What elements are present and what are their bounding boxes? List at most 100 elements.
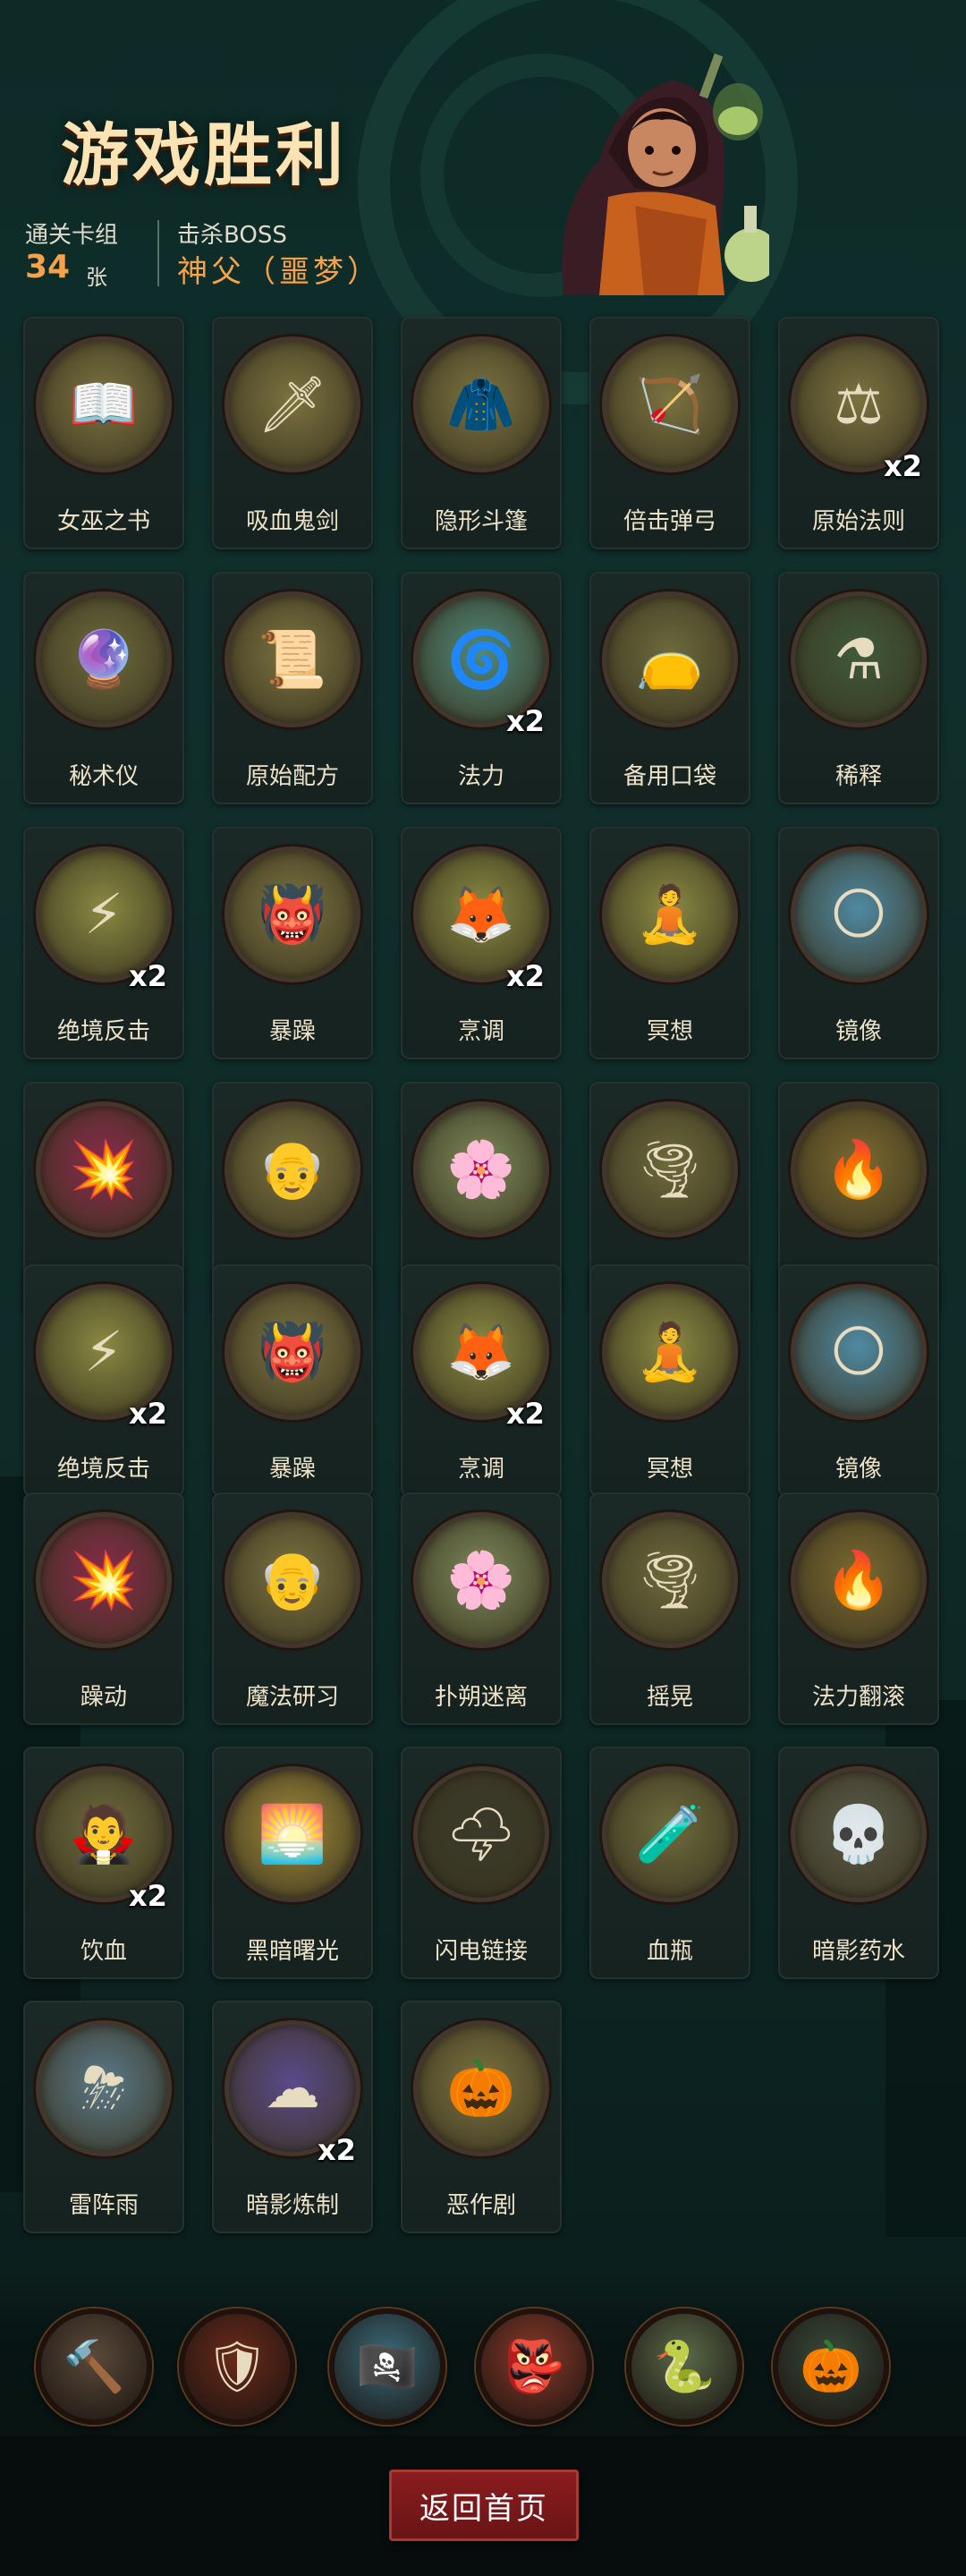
card-tile[interactable]: 🧪 血瓶 bbox=[589, 1747, 750, 1979]
card-tile[interactable]: 📖 女巫之书 bbox=[23, 317, 184, 549]
card-tile[interactable]: ⚡ x2 绝境反击 bbox=[23, 1264, 184, 1497]
vampire-sword-icon: 🗡 bbox=[257, 371, 328, 437]
moon-water-icon: 🌕 bbox=[829, 881, 888, 947]
card-tile[interactable]: 💀 暗影药水 bbox=[778, 1747, 939, 1979]
card-name: 绝境反击 bbox=[56, 1018, 150, 1045]
card-tile[interactable]: 👴 魔法研习 bbox=[212, 1492, 373, 1725]
card-tile[interactable]: 🔮 秘术仪 bbox=[23, 572, 184, 804]
card-tile[interactable]: 📜 原始配方 bbox=[212, 572, 373, 804]
card-art: 💥 bbox=[36, 1512, 172, 1648]
card-tile[interactable]: ⚖ x2 原始法则 bbox=[778, 317, 939, 549]
card-art: 📜 bbox=[225, 591, 360, 727]
card-count-badge: x2 bbox=[129, 1879, 167, 1913]
defeated-boss-portrait[interactable]: 🎃 bbox=[773, 2308, 889, 2425]
card-name: 恶作剧 bbox=[445, 2192, 516, 2219]
priest-boss-icon: 👺 bbox=[503, 2338, 565, 2396]
card-tile[interactable]: 🌕 镜像 bbox=[778, 827, 939, 1059]
card-tile[interactable]: 👹 暴躁 bbox=[212, 827, 373, 1059]
card-name: 躁动 bbox=[80, 1684, 127, 1711]
deck-label: 通关卡组 bbox=[25, 222, 119, 249]
card-art: 🔥 bbox=[791, 1101, 927, 1237]
pirate-boss-icon: 🏴‍☠️ bbox=[356, 2338, 419, 2396]
card-tile[interactable]: 👹 暴躁 bbox=[212, 1264, 373, 1497]
card-tile[interactable]: ⚡ x2 绝境反击 bbox=[23, 827, 184, 1059]
card-tile[interactable]: 🗡 吸血鬼剑 bbox=[212, 317, 373, 549]
medusa-boss-icon: 🐍 bbox=[653, 2338, 716, 2396]
card-tile[interactable]: 🧘 冥想 bbox=[589, 1264, 750, 1497]
card-name: 闪电链接 bbox=[434, 1938, 528, 1965]
card-tile[interactable]: ☁ x2 暗影炼制 bbox=[212, 2001, 373, 2233]
prank-doll-icon: 🎃 bbox=[446, 2055, 516, 2121]
victory-header: 游戏胜利 通关卡组 34 张 击杀BOSS 神父（噩梦） bbox=[0, 0, 966, 304]
defeated-boss-portrait[interactable]: 🛡 bbox=[179, 2308, 295, 2425]
slingshot-icon: 🏹 bbox=[635, 371, 705, 437]
card-tile[interactable]: 💥 躁动 bbox=[23, 1492, 184, 1725]
page-title: 游戏胜利 bbox=[61, 115, 347, 195]
card-tile[interactable]: 🎃 恶作剧 bbox=[401, 2001, 562, 2233]
card-art: 🧘 bbox=[602, 846, 738, 982]
card-name: 饮血 bbox=[80, 1938, 127, 1965]
defeated-boss-portrait[interactable]: 🏴‍☠️ bbox=[329, 2308, 445, 2425]
card-tile[interactable]: 🌅 黑暗曙光 bbox=[212, 1747, 373, 1979]
card-name: 镜像 bbox=[835, 1018, 882, 1045]
hammer-boss-icon: 🔨 bbox=[63, 2338, 125, 2396]
scholar-icon: 👴 bbox=[258, 1547, 327, 1612]
meditation-icon: 🧘 bbox=[635, 881, 705, 947]
card-name: 摇晃 bbox=[646, 1684, 693, 1711]
card-tile[interactable]: 🦊 x2 烹调 bbox=[401, 827, 562, 1059]
card-name: 秘术仪 bbox=[68, 763, 139, 790]
pouch-icon: 👝 bbox=[635, 626, 705, 692]
defeated-boss-portrait[interactable]: 👺 bbox=[476, 2308, 592, 2425]
card-tile[interactable]: 🌸 扑朔迷离 bbox=[401, 1492, 562, 1725]
card-art: 🔮 bbox=[36, 591, 172, 727]
card-tile[interactable]: 🌩 闪电链接 bbox=[401, 1747, 562, 1979]
card-name: 女巫之书 bbox=[56, 508, 150, 535]
card-art: 🧘 bbox=[602, 1284, 738, 1420]
card-tile[interactable]: 🌕 镜像 bbox=[778, 1264, 939, 1497]
card-art: 🌅 bbox=[225, 1766, 360, 1902]
reaper-potion-icon: 💀 bbox=[824, 1801, 894, 1866]
boss-label: 击杀BOSS bbox=[177, 222, 287, 249]
card-art: 🌕 bbox=[791, 1284, 927, 1420]
card-count-badge: x2 bbox=[884, 449, 922, 483]
shield-boss-icon: 🛡 bbox=[205, 2338, 269, 2396]
return-home-button[interactable]: 返回首页 bbox=[389, 2470, 579, 2541]
angry-ogre-icon: 👹 bbox=[258, 1319, 327, 1384]
card-name: 冥想 bbox=[646, 1456, 693, 1483]
card-art: 🌩 bbox=[413, 1766, 549, 1902]
dark-dawn-icon: 🌅 bbox=[258, 1801, 327, 1866]
vortex-flower-icon: 🌸 bbox=[446, 1547, 516, 1612]
card-art: 👝 bbox=[602, 591, 738, 727]
card-art: 🧪 bbox=[602, 1766, 738, 1902]
defeated-boss-portrait[interactable]: 🔨 bbox=[36, 2308, 152, 2425]
card-tile[interactable]: ⛈ 雷阵雨 bbox=[23, 2001, 184, 2233]
frenzy-icon: 💥 bbox=[69, 1136, 139, 1202]
moon-water-icon: 🌕 bbox=[829, 1319, 888, 1384]
card-tile[interactable]: 🌀 x2 法力 bbox=[401, 572, 562, 804]
card-art: 🧥 bbox=[413, 336, 549, 472]
card-art: 🌪 bbox=[602, 1101, 738, 1237]
witch-character-icon bbox=[562, 53, 769, 295]
card-tile[interactable]: 🌪 摇晃 bbox=[589, 1492, 750, 1725]
card-count-badge: x2 bbox=[506, 959, 545, 993]
card-name: 冥想 bbox=[646, 1018, 693, 1045]
ritual-cauldron-icon: 🔮 bbox=[69, 626, 139, 692]
card-tile[interactable]: ⚗ 稀释 bbox=[778, 572, 939, 804]
card-name: 黑暗曙光 bbox=[245, 1938, 339, 1965]
card-tile[interactable]: 🧛 x2 饮血 bbox=[23, 1747, 184, 1979]
card-tile[interactable]: 🧘 冥想 bbox=[589, 827, 750, 1059]
card-count-badge: x2 bbox=[129, 959, 167, 993]
card-tile[interactable]: 🦊 x2 烹调 bbox=[401, 1264, 562, 1497]
card-tile[interactable]: 🔥 法力翻滚 bbox=[778, 1492, 939, 1725]
shaking-icon: 🌪 bbox=[634, 1547, 706, 1612]
scholar-icon: 👴 bbox=[258, 1136, 327, 1202]
card-tile[interactable]: 🏹 倍击弹弓 bbox=[589, 317, 750, 549]
card-name: 暴躁 bbox=[268, 1456, 316, 1483]
card-tile[interactable]: 🧥 隐形斗篷 bbox=[401, 317, 562, 549]
vortex-flower-icon: 🌸 bbox=[446, 1136, 516, 1202]
meditation-icon: 🧘 bbox=[635, 1319, 705, 1384]
defeated-boss-portrait[interactable]: 🐍 bbox=[626, 2308, 742, 2425]
card-tile[interactable]: 👝 备用口袋 bbox=[589, 572, 750, 804]
lightning-chain-icon: 🌩 bbox=[445, 1801, 517, 1866]
fire-bowl-icon: 🔥 bbox=[824, 1547, 894, 1612]
